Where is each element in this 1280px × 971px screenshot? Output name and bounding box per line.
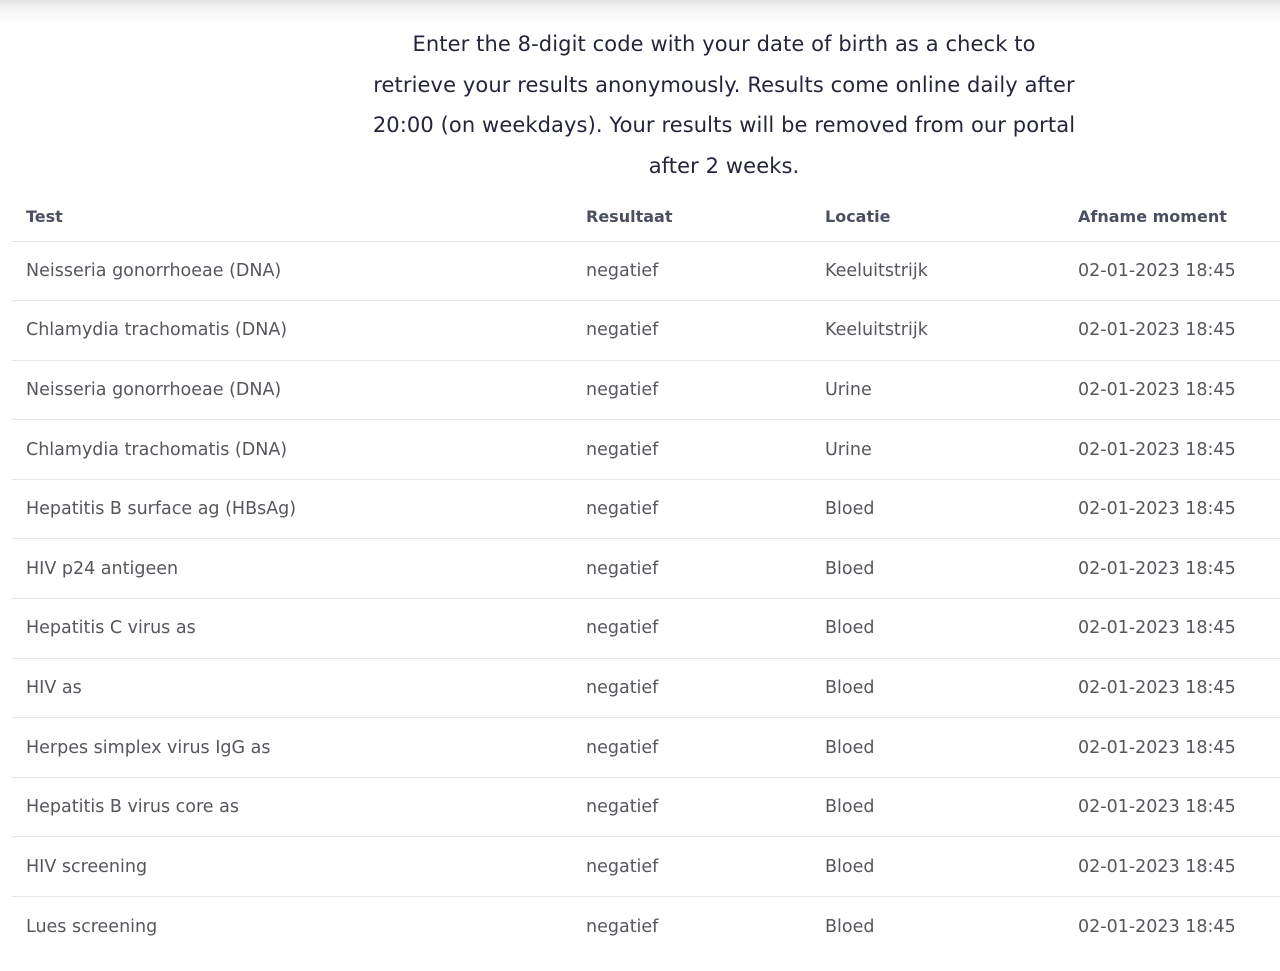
results-table-body: Neisseria gonorrhoeae (DNA) negatief Keelu… <box>12 241 1280 956</box>
cell-location: Keeluitstrijk <box>811 300 1064 361</box>
cell-location: Bloed <box>811 598 1064 659</box>
table-row: HIV p24 antigeen negatief Bloed 02-01-2023 … <box>12 538 1280 600</box>
cell-moment: 02-01-2023 18:45 <box>1064 777 1280 838</box>
cell-location: Keeluitstrijk <box>811 241 1064 302</box>
cell-moment: 02-01-2023 18:45 <box>1064 300 1280 361</box>
table-row: Hepatitis B virus core as negatief Bloed 02… <box>12 777 1280 838</box>
table-row: Hepatitis B surface ag (HBsAg) negatief Bl… <box>12 479 1280 540</box>
cell-test: Neisseria gonorrhoeae (DNA) <box>12 241 572 302</box>
column-header-result: Resultaat <box>572 193 811 242</box>
cell-moment: 02-01-2023 18:45 <box>1064 538 1280 600</box>
column-header-moment: Afname moment <box>1064 193 1280 242</box>
cell-result: negatief <box>572 777 811 838</box>
cell-location: Bloed <box>825 916 875 937</box>
cell-location: Bloed <box>811 538 1064 600</box>
header-row: Test Resultaat Locatie Afname moment <box>12 193 1280 242</box>
cell-moment: 02-01-2023 18:45 <box>1064 658 1280 719</box>
table-row: HIV screening negatief Bloed 02-01-2023 18:… <box>12 836 1280 898</box>
cell-location: Bloed <box>811 836 1064 898</box>
cell-result: negatief <box>572 300 811 361</box>
cell-test: Hepatitis B surface ag (HBsAg) <box>12 479 572 540</box>
cell-result: negatief <box>586 916 659 937</box>
cell-result: negatief <box>572 241 811 302</box>
cell-test: HIV screening <box>12 836 572 898</box>
table-row: Lues screening negatief Bloed 02-01-2023 18… <box>12 897 1280 957</box>
cell-test: Herpes simplex virus IgG as <box>12 717 572 778</box>
cell-moment: 02-01-2023 18:45 <box>1078 916 1236 937</box>
cell-result: negatief <box>572 717 811 778</box>
cell-test: Chlamydia trachomatis (DNA) <box>12 419 572 480</box>
cell-test: HIV as <box>12 658 572 719</box>
results-table-header: Test Resultaat Locatie Afname moment <box>12 193 1280 242</box>
cell-moment: 02-01-2023 18:45 <box>1064 836 1280 898</box>
cell-location: Urine <box>811 419 1064 480</box>
cell-result: negatief <box>572 360 811 421</box>
cell-moment: 02-01-2023 18:45 <box>1064 419 1280 480</box>
cell-location: Bloed <box>811 717 1064 778</box>
cell-test: Chlamydia trachomatis (DNA) <box>12 300 572 361</box>
column-header-test: Test <box>12 193 572 242</box>
table-row: Hepatitis C virus as negatief Bloed 02-01-2… <box>12 598 1280 659</box>
table-row: Herpes simplex virus IgG as negatief Bloed… <box>12 717 1280 778</box>
cell-location: Urine <box>811 360 1064 421</box>
table-row: Chlamydia trachomatis (DNA) negatief Keelu… <box>12 300 1280 361</box>
cell-test: Neisseria gonorrhoeae (DNA) <box>12 360 572 421</box>
cell-moment: 02-01-2023 18:45 <box>1064 241 1280 302</box>
cell-location: Bloed <box>811 658 1064 719</box>
table-row: Neisseria gonorrhoeae (DNA) negatief Urine… <box>12 360 1280 421</box>
cell-moment: 02-01-2023 18:45 <box>1064 717 1280 778</box>
cell-location: Bloed <box>811 479 1064 540</box>
results-table: Test Resultaat Locatie Afname moment Nei… <box>12 193 1280 956</box>
cell-test: Hepatitis B virus core as <box>12 777 572 838</box>
cell-result: negatief <box>572 538 811 600</box>
cell-result: negatief <box>572 419 811 480</box>
cell-moment: 02-01-2023 18:45 <box>1064 360 1280 421</box>
table-row: Chlamydia trachomatis (DNA) negatief Urine… <box>12 419 1280 480</box>
column-header-location: Locatie <box>811 193 1064 242</box>
intro-text: Enter the 8-digit code with your date of… <box>372 32 1076 178</box>
table-row: Neisseria gonorrhoeae (DNA) negatief Keelu… <box>12 241 1280 302</box>
cell-moment: 02-01-2023 18:45 <box>1064 479 1280 540</box>
cell-moment: 02-01-2023 18:45 <box>1064 598 1280 659</box>
cell-test: Hepatitis C virus as <box>12 598 572 659</box>
top-shadow <box>0 0 1280 24</box>
cell-result: negatief <box>572 479 811 540</box>
cell-test: Lues screening <box>26 916 158 937</box>
cell-test: HIV p24 antigeen <box>12 538 572 600</box>
cell-result: negatief <box>572 598 811 659</box>
table-row: HIV as negatief Bloed 02-01-2023 18:45 <box>12 658 1280 719</box>
cell-result: negatief <box>572 658 811 719</box>
cell-location: Bloed <box>811 777 1064 838</box>
cell-result: negatief <box>572 836 811 898</box>
